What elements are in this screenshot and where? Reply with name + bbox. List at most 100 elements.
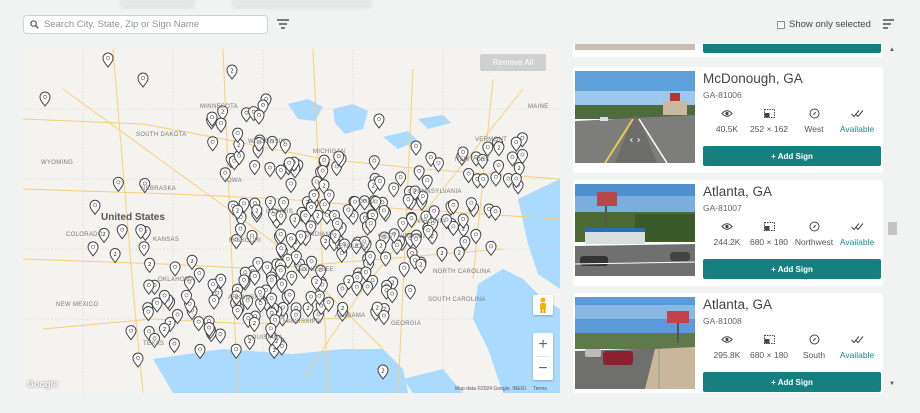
- svg-text:‹ ›: ‹ ›: [629, 135, 640, 146]
- svg-text:2: 2: [440, 251, 444, 257]
- previous-card-peek: [573, 44, 883, 57]
- map-country-label: United States: [101, 212, 165, 223]
- size-stat: 680 × 180: [745, 333, 793, 360]
- map-place-label: LOUISIANA: [248, 335, 283, 341]
- impressions-stat: 295.8K: [703, 333, 751, 360]
- svg-text:2: 2: [190, 259, 194, 265]
- sort-icon[interactable]: [882, 18, 895, 30]
- svg-text:2: 2: [347, 279, 351, 285]
- double-check-icon: [850, 109, 863, 117]
- zoom-in-button[interactable]: +: [533, 333, 553, 356]
- add-sign-button[interactable]: + Add Sign: [703, 372, 881, 392]
- svg-text:2: 2: [375, 306, 379, 312]
- svg-text:2: 2: [230, 69, 234, 75]
- sign-list[interactable]: ‹ › McDonough, GA GA-81006 40.5K 252 × 1…: [570, 44, 886, 393]
- sign-card[interactable]: Atlanta, GA GA-81008 295.8K 680 × 180 So…: [573, 293, 883, 393]
- svg-text:2: 2: [148, 262, 152, 268]
- zoom-out-button[interactable]: −: [533, 357, 553, 380]
- map-place-label: SOUTH CAROLINA: [428, 297, 486, 303]
- add-sign-button[interactable]: + Add Sign: [703, 259, 881, 279]
- map-place-label: MINNESOTA: [200, 104, 238, 110]
- map-place-label: MISSISSIPPI: [283, 319, 322, 325]
- map-place-label: KENTUCKY: [335, 244, 371, 250]
- search-box[interactable]: [23, 15, 268, 34]
- sign-card[interactable]: Atlanta, GA GA-81007 244.2K 680 × 180 No…: [573, 180, 883, 286]
- add-sign-button[interactable]: + Add Sign: [703, 146, 881, 166]
- map-place-label: MAINE: [528, 104, 549, 110]
- size-stat: 252 × 162: [745, 107, 793, 134]
- svg-text:2: 2: [163, 327, 167, 333]
- map-place-label: WISCONSIN: [248, 139, 286, 145]
- svg-text:2: 2: [458, 251, 462, 257]
- google-logo: Google: [27, 379, 58, 389]
- double-check-icon: [850, 335, 863, 343]
- sign-card[interactable]: ‹ › McDonough, GA GA-81006 40.5K 252 × 1…: [573, 67, 883, 173]
- map-place-label: KANSAS: [153, 237, 180, 243]
- map-place-label: TEXAS: [143, 341, 165, 347]
- sign-map[interactable]: 2222222222222222222222222222222222222222…: [23, 49, 560, 393]
- svg-text:2: 2: [293, 217, 297, 223]
- svg-text:2: 2: [255, 208, 259, 214]
- svg-text:2: 2: [236, 209, 240, 215]
- map-place-label: WEST VIRGINIA: [378, 234, 428, 240]
- svg-text:2: 2: [269, 200, 273, 206]
- map-place-label: MISSOURI: [229, 238, 262, 244]
- facing-stat: West: [790, 107, 838, 134]
- svg-text:2: 2: [381, 369, 385, 375]
- svg-text:2: 2: [316, 214, 320, 220]
- search-input[interactable]: [44, 19, 259, 30]
- svg-text:2: 2: [253, 321, 257, 327]
- facing-value: South: [802, 350, 826, 360]
- show-only-selected-toggle[interactable]: Show only selected: [777, 19, 871, 30]
- svg-text:2: 2: [315, 280, 319, 286]
- zoom-control: + −: [533, 333, 553, 380]
- svg-text:2: 2: [419, 263, 423, 269]
- map-place-label: ILLINOIS: [266, 209, 294, 215]
- street-view-pegman[interactable]: [533, 295, 553, 315]
- status-value: Available: [839, 237, 875, 247]
- status-stat: Available: [833, 107, 881, 134]
- map-place-label: ARKANSAS: [228, 295, 264, 301]
- add-sign-button[interactable]: [703, 44, 881, 53]
- sign-photo: [575, 297, 695, 389]
- impressions-stat: 244.2K: [703, 220, 751, 247]
- compass-icon: [809, 334, 819, 344]
- eye-icon: [721, 335, 733, 343]
- remove-all-button[interactable]: Remove All: [480, 54, 546, 71]
- facing-value: West: [804, 124, 824, 134]
- impressions-value: 295.8K: [713, 350, 741, 360]
- scroll-down-arrow-icon[interactable]: ▼: [889, 381, 895, 387]
- svg-text:2: 2: [113, 252, 117, 258]
- size-icon: [763, 108, 775, 118]
- header-tab-shadow: [232, 0, 372, 6]
- show-only-selected-checkbox[interactable]: [777, 20, 785, 29]
- map-place-label: VIRGINIA: [417, 219, 446, 225]
- map-place-label: NORTH CAROLINA: [433, 269, 491, 275]
- map-place-label: OKLAHOMA: [158, 277, 195, 283]
- scroll-up-arrow-icon[interactable]: ▲: [889, 47, 895, 53]
- svg-text:2: 2: [322, 183, 326, 189]
- sign-title: McDonough, GA: [703, 71, 803, 86]
- facing-stat: Northwest: [790, 220, 838, 247]
- map-data-credit: Map data ©2024 Google, INEGI: [455, 386, 526, 392]
- terms-link[interactable]: Terms: [533, 386, 547, 392]
- map-place-label: ALABAMA: [335, 313, 366, 319]
- svg-text:2: 2: [272, 348, 276, 354]
- impressions-value: 244.2K: [713, 237, 741, 247]
- sign-list-scrollbar[interactable]: ▲ ▼: [887, 44, 898, 393]
- filter-icon[interactable]: [276, 17, 290, 31]
- map-place-label: NEBRASKA: [141, 186, 177, 192]
- map-place-label: WYOMING: [41, 160, 74, 166]
- svg-text:2: 2: [379, 243, 383, 249]
- sign-photo: ‹ ›: [575, 71, 695, 163]
- scrollbar-thumb[interactable]: [888, 222, 897, 235]
- svg-text:2: 2: [517, 166, 521, 172]
- svg-text:2: 2: [221, 109, 225, 115]
- size-stat: 680 × 180: [745, 220, 793, 247]
- double-check-icon: [850, 222, 863, 230]
- search-icon: [30, 20, 39, 29]
- impressions-value: 40.5K: [715, 124, 739, 134]
- sign-photo: [575, 44, 695, 50]
- map-place-label: NEW YORK: [455, 157, 490, 163]
- impressions-stat: 40.5K: [703, 107, 751, 134]
